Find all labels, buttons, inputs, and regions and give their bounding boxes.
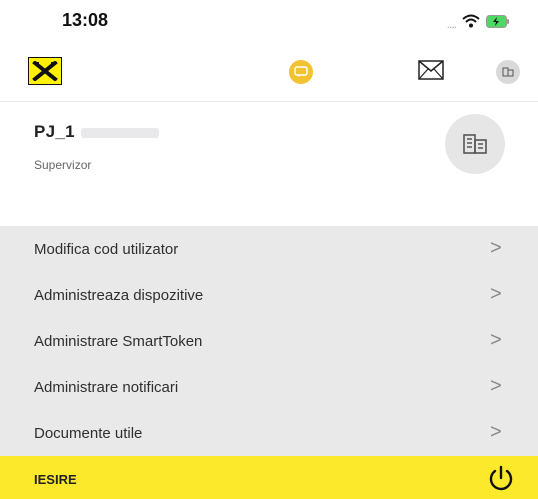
chevron-right-icon: > [490,375,502,397]
menu-item-documente-utile[interactable]: Documente utile > [0,410,538,456]
logout-button[interactable]: IESIRE [0,456,538,499]
status-time: 13:08 [62,10,109,30]
menu-item-label: Administrare notificari [34,379,179,396]
battery-charging-icon [486,14,510,33]
user-name-row: PJ_1 [34,122,159,142]
menu-item-modifica-cod-utilizator[interactable]: Modifica cod utilizator > [0,226,538,272]
user-info: PJ_1 Supervizor [34,122,159,172]
power-icon[interactable] [486,463,516,498]
logout-label: IESIRE [34,472,77,487]
signal-icon: .... [446,16,457,31]
settings-menu: Modifica cod utilizator > Administreaza … [0,226,538,456]
chat-badge-icon[interactable] [289,60,313,84]
user-role: Supervizor [34,158,92,172]
chevron-right-icon: > [490,421,502,443]
chevron-right-icon: > [490,329,502,351]
chevron-right-icon: > [490,283,502,305]
menu-item-administrare-notificari[interactable]: Administrare notificari > [0,364,538,410]
top-bar [0,52,538,92]
company-icon[interactable] [496,60,520,84]
menu-item-label: Administrare SmartToken [34,333,203,350]
status-bar: 13:08 .... [0,0,538,40]
menu-item-label: Documente utile [34,425,143,442]
mail-icon[interactable] [418,60,444,85]
redacted-name [80,127,159,138]
menu-item-label: Administreaza dispozitive [34,287,204,304]
status-icons: .... [447,14,510,33]
menu-item-administrare-smarttoken[interactable]: Administrare SmartToken > [0,318,538,364]
company-building-icon[interactable] [445,114,505,174]
wifi-icon [462,14,480,33]
menu-item-administreaza-dispozitive[interactable]: Administreaza dispozitive > [0,272,538,318]
user-name: PJ_1 [34,122,75,141]
header-divider [0,101,538,102]
chevron-right-icon: > [490,237,502,259]
menu-item-label: Modifica cod utilizator [34,241,179,258]
raiffeisen-logo[interactable] [28,57,62,85]
